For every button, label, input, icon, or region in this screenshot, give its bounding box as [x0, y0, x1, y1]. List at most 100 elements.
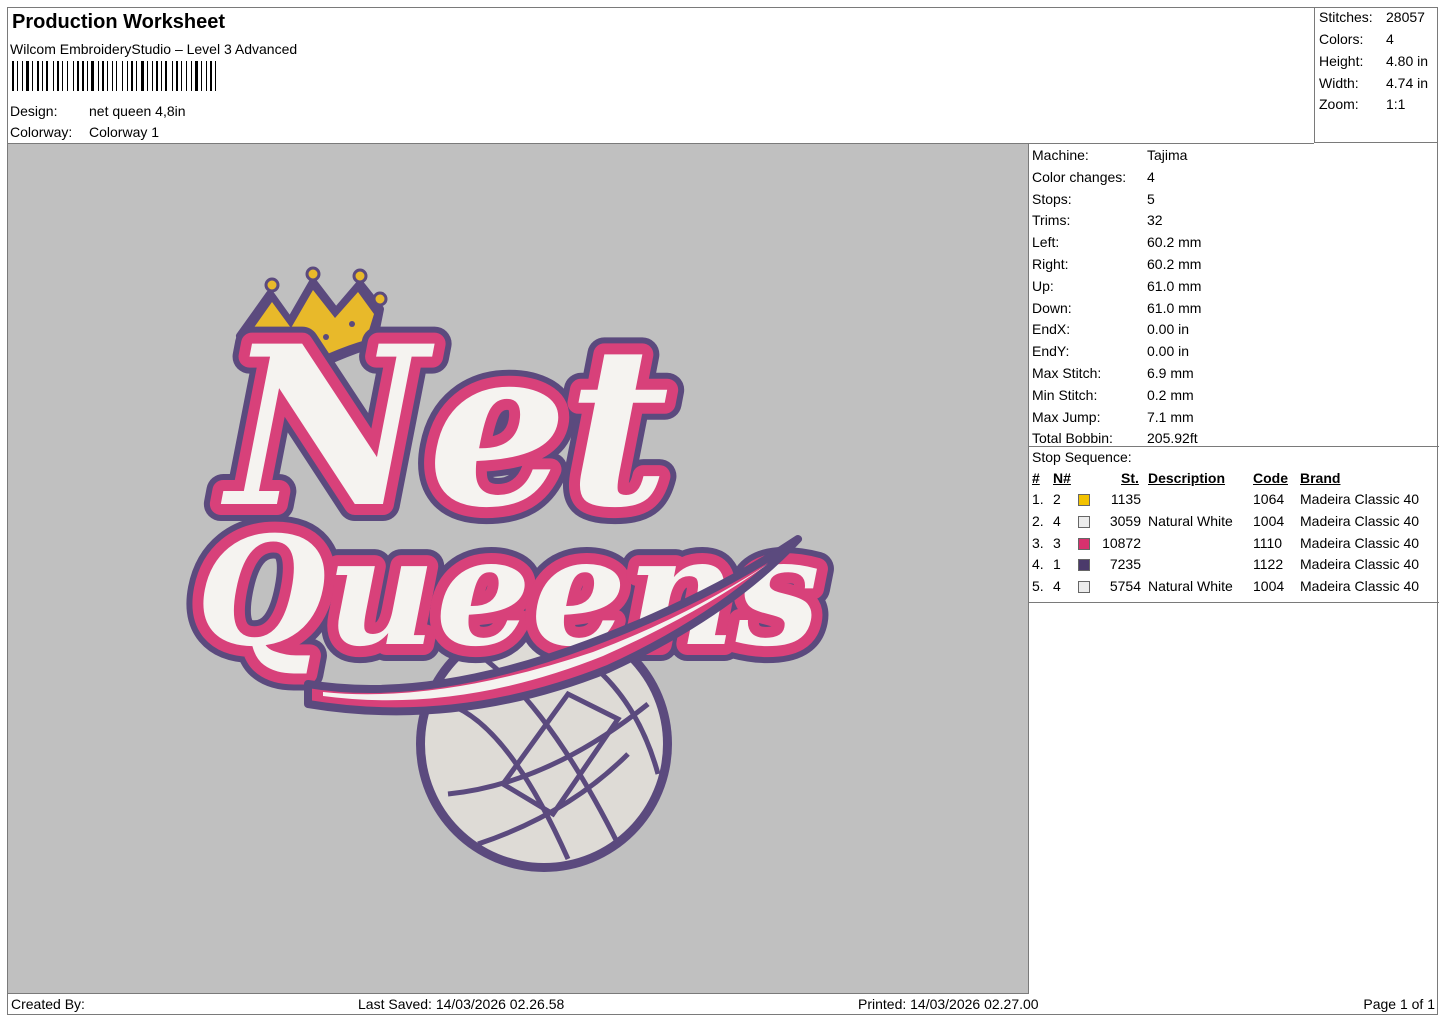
needle-number: 1 [1053, 556, 1061, 573]
info-value: 60.2 mm [1147, 256, 1202, 272]
info-label: Stops: [1032, 190, 1072, 207]
info-row: Max Stitch: 6.9 mm [1032, 365, 1194, 381]
info-row: Color changes: 4 [1032, 168, 1155, 185]
info-row: Trims: 32 [1032, 212, 1163, 228]
thread-color-swatch [1078, 559, 1090, 572]
thread-code: 1004 [1253, 578, 1285, 595]
info-value: 205.92ft [1147, 430, 1198, 447]
info-row: Stops: 5 [1032, 190, 1155, 207]
info-value: 5 [1147, 190, 1155, 207]
needle-number: 3 [1053, 534, 1061, 551]
info-label: Min Stitch: [1032, 386, 1098, 403]
thread-brand: Madeira Classic 40 [1300, 578, 1420, 595]
last-saved: Last Saved: 14/03/2026 02.26.58 [358, 996, 565, 1012]
info-label: Color changes: [1032, 168, 1127, 185]
thread-code: 1064 [1253, 491, 1285, 507]
info-value: 61.0 mm [1147, 299, 1202, 316]
software-name: Wilcom EmbroideryStudio – Level 3 Advanc… [10, 41, 298, 57]
worksheet-header: Production Worksheet Wilcom EmbroiderySt… [8, 8, 1314, 144]
info-label: Total Bobbin: [1032, 430, 1113, 447]
info-label: Right: [1032, 256, 1069, 272]
stop-index: 4. [1032, 556, 1044, 573]
thread-brand: Madeira Classic 40 [1300, 556, 1420, 573]
created-by: Created By: [11, 996, 85, 1012]
stitch-count: 3059 [1109, 512, 1141, 529]
stat-width: Width: 4.74 in [1319, 75, 1429, 91]
stat-height: Height: 4.80 in [1319, 53, 1429, 69]
thread-code: 1004 [1253, 512, 1285, 529]
info-label: EndY: [1032, 343, 1070, 360]
design-text: Net Net Net Queens Queens Queens [179, 280, 837, 697]
info-value: 7.1 mm [1147, 408, 1194, 425]
colorway-value: Colorway 1 [89, 124, 160, 140]
thread-description: Natural White [1148, 512, 1233, 529]
col-description: Description [1148, 470, 1226, 486]
barcode-graphic [12, 61, 216, 91]
thread-brand: Madeira Classic 40 [1300, 534, 1420, 551]
stop-row: 1. 2 1135 1064 Madeira Classic 40 [1029, 491, 1439, 512]
info-label: Max Jump: [1032, 408, 1101, 425]
stop-index: 3. [1032, 534, 1044, 551]
info-row: Left: 60.2 mm [1032, 234, 1201, 251]
info-row: Right: 60.2 mm [1032, 256, 1201, 272]
info-label: Left: [1032, 234, 1060, 251]
needle-number: 2 [1053, 491, 1061, 507]
stop-row: 4. 1 7235 1122 Madeira Classic 40 [1029, 556, 1439, 577]
info-value: Tajima [1147, 147, 1188, 163]
info-row: EndX: 0.00 in [1032, 321, 1189, 338]
stop-index: 1. [1032, 491, 1044, 507]
stop-row: 2. 4 3059 Natural White 1004 Madeira Classic … [1029, 513, 1439, 534]
info-label: Machine: [1032, 147, 1089, 163]
worksheet-footer: Created By: Last Saved: 14/03/2026 02.26… [8, 993, 1439, 1015]
info-value: 0.2 mm [1147, 386, 1194, 403]
thread-color-swatch [1078, 537, 1090, 550]
col-code: Code [1253, 470, 1288, 486]
stitch-count: 5754 [1109, 578, 1141, 595]
design-stats: Stitches: 28057 Colors: 4 Height: 4.80 in W… [1314, 8, 1438, 143]
divider [1029, 446, 1439, 447]
info-row: Machine: Tajima [1032, 147, 1187, 163]
info-row: Min Stitch: 0.2 mm [1032, 386, 1194, 403]
info-value: 4 [1147, 168, 1155, 185]
info-row: Max Jump: 7.1 mm [1032, 408, 1194, 425]
stat-colors: Colors: 4 [1319, 31, 1394, 47]
stop-index: 2. [1032, 512, 1044, 529]
info-row: EndY: 0.00 in [1032, 343, 1189, 360]
stat-stitches: Stitches: 28057 [1319, 9, 1425, 25]
design-preview: Net Net Net Queens Queens Queens [8, 144, 1029, 994]
production-worksheet: Production Worksheet Wilcom EmbroiderySt… [7, 7, 1439, 1015]
thread-color-swatch [1078, 581, 1090, 594]
col-st: St. [1121, 470, 1139, 486]
info-value: 32 [1147, 212, 1163, 229]
page-number: Page 1 of 1 [1363, 996, 1435, 1012]
info-value: 0.00 in [1147, 321, 1190, 338]
stop-sequence-title: Stop Sequence: [1032, 449, 1132, 465]
info-value: 6.9 mm [1147, 365, 1194, 381]
col-brand: Brand [1300, 470, 1341, 486]
needle-number: 4 [1053, 512, 1061, 529]
col-num: # [1032, 470, 1040, 486]
machine-panel: Machine: Tajima Color changes: 4 Stops: 5 Trim… [1029, 144, 1439, 993]
info-label: Max Stitch: [1032, 365, 1102, 381]
thread-code: 1122 [1253, 556, 1284, 573]
info-label: Up: [1032, 277, 1054, 294]
colorway-label: Colorway: [10, 124, 73, 140]
stitch-count: 7235 [1109, 556, 1141, 573]
stop-index: 5. [1032, 578, 1044, 595]
embroidery-design: Net Net Net Queens Queens Queens [179, 266, 837, 872]
info-value: 60.2 mm [1147, 234, 1202, 251]
thread-color-swatch [1078, 494, 1090, 506]
info-label: Down: [1032, 299, 1072, 316]
col-n: N# [1053, 470, 1071, 486]
info-value: 0.00 in [1147, 343, 1190, 360]
info-label: EndX: [1032, 321, 1071, 338]
design-label: Design: [10, 103, 58, 119]
stitch-count: 10872 [1102, 534, 1141, 551]
thread-color-swatch [1078, 515, 1090, 528]
stop-row: 3. 3 10872 1110 Madeira Classic 40 [1029, 535, 1439, 556]
printed-date: Printed: 14/03/2026 02.27.00 [858, 996, 1039, 1012]
stop-row: 5. 4 5754 Natural White 1004 Madeira Classic … [1029, 578, 1439, 599]
info-row: Up: 61.0 mm [1032, 277, 1201, 294]
info-row: Total Bobbin: 205.92ft [1032, 430, 1198, 447]
thread-code: 1110 [1253, 534, 1283, 551]
